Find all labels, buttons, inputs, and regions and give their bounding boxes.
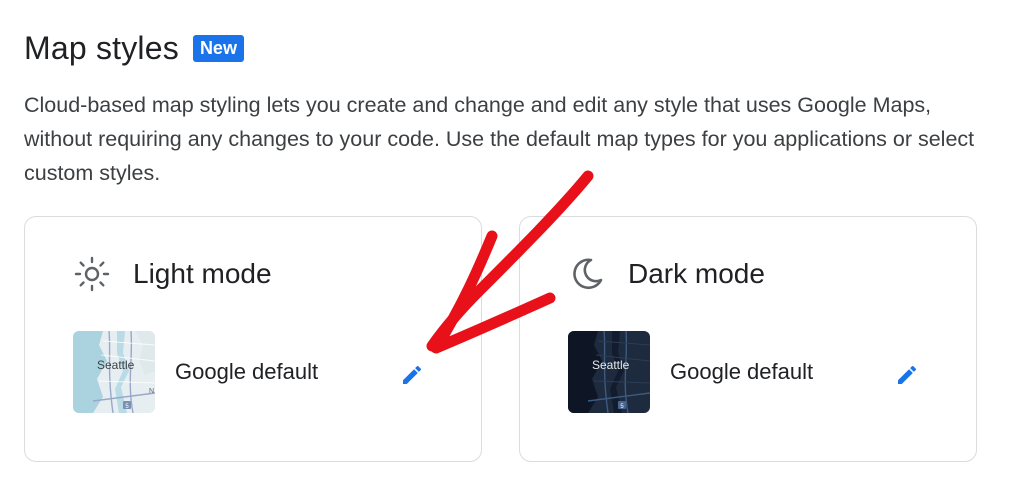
section-description: Cloud-based map styling lets you create … [24,93,975,185]
dark-edit-button[interactable] [892,360,922,390]
dark-mode-label: Dark mode [628,258,765,289]
sun-icon [73,255,111,293]
new-badge: New [192,35,244,62]
light-edit-button[interactable] [397,360,427,390]
dark-mode-header: Dark mode [568,255,765,293]
dark-style-row[interactable]: Seattle 5 Google default [568,331,938,413]
page: Map styles New Cloud-based map styling l… [0,0,1024,479]
section-header: Map styles New [24,30,244,67]
svg-text:N: N [149,388,154,395]
page-title: Map styles [24,30,179,66]
pencil-icon [898,365,917,384]
pencil-icon [403,365,422,384]
light-style-name: Google default [175,359,319,384]
light-mode-header: Light mode [73,255,272,293]
light-mode-card: Light mode Seattle 5 N Google default [24,216,482,462]
light-style-row[interactable]: Seattle 5 N Google default [73,331,443,413]
dark-mode-card: Dark mode Seattle 5 Google default [519,216,977,462]
moon-icon [568,255,606,293]
light-mode-label: Light mode [133,258,272,289]
svg-text:Seattle: Seattle [592,358,630,372]
thumb-city-label: Seattle [97,358,135,372]
dark-map-thumbnail[interactable]: Seattle 5 [568,331,650,413]
light-map-thumbnail[interactable]: Seattle 5 N [73,331,155,413]
dark-style-name: Google default [670,359,814,384]
